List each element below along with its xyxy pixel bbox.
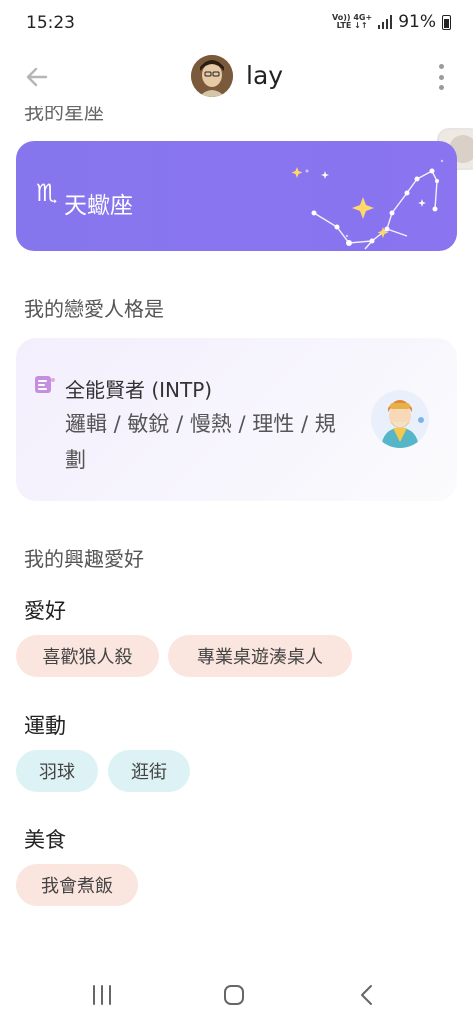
home-icon (224, 985, 244, 1005)
profile-name: lay (246, 61, 284, 90)
arrow-left-icon (26, 67, 48, 87)
interest-tag[interactable]: 喜歡狼人殺 (16, 635, 159, 677)
back-button[interactable] (20, 60, 54, 94)
app-header: lay (0, 48, 473, 106)
persona-type-name: 全能賢者 (INTP) (65, 378, 213, 402)
status-bar: 15:23 Vo)) 4G+ LTE ↓↑ 91% (0, 0, 473, 48)
interest-group-title: 美食 (24, 828, 66, 852)
user-avatar-icon (191, 55, 233, 97)
status-time: 15:23 (26, 13, 75, 33)
more-vertical-icon (438, 64, 444, 69)
interest-tag[interactable]: 我會煮飯 (16, 864, 138, 906)
more-options-button[interactable] (435, 62, 447, 92)
interest-group-title: 運動 (24, 714, 66, 738)
network-label-bottom: LTE ↓↑ (336, 21, 368, 30)
system-nav-bar (0, 965, 473, 1024)
battery-percent: 91% (398, 12, 436, 32)
status-indicators: Vo)) 4G+ LTE ↓↑ 91% (332, 12, 451, 32)
scorpio-icon: ♏ (36, 179, 58, 207)
personality-section-title: 我的戀愛人格是 (24, 297, 164, 321)
interest-tag[interactable]: 羽球 (16, 750, 98, 792)
constellation-illustration (291, 159, 444, 250)
zodiac-name: 天蠍座 (64, 193, 133, 219)
recent-apps-icon (93, 985, 111, 1005)
personality-card[interactable]: 全能賢者 (INTP) 邏輯 / 敏銳 / 慢熱 / 理性 / 規劃 (16, 338, 457, 501)
persona-badge-icon (35, 376, 55, 393)
avatar[interactable] (191, 55, 233, 97)
persona-traits: 邏輯 / 敏銳 / 慢熱 / 理性 / 規劃 (65, 412, 336, 472)
chevron-left-icon (361, 985, 372, 1005)
home-button[interactable] (214, 981, 254, 1009)
recent-apps-button[interactable] (82, 981, 122, 1009)
battery-icon (442, 14, 451, 30)
zodiac-card: ♏ 天蠍座 (16, 141, 457, 251)
network-type-indicator: Vo)) 4G+ LTE ↓↑ (332, 14, 372, 30)
interest-tag[interactable]: 專業桌遊湊桌人 (168, 635, 352, 677)
interest-group-title: 愛好 (24, 599, 66, 623)
interest-tag[interactable]: 逛街 (108, 750, 190, 792)
system-back-button[interactable] (347, 981, 387, 1009)
signal-icon (378, 15, 393, 29)
persona-avatar-illustration (371, 390, 429, 448)
interests-section-title: 我的興趣愛好 (24, 547, 144, 571)
